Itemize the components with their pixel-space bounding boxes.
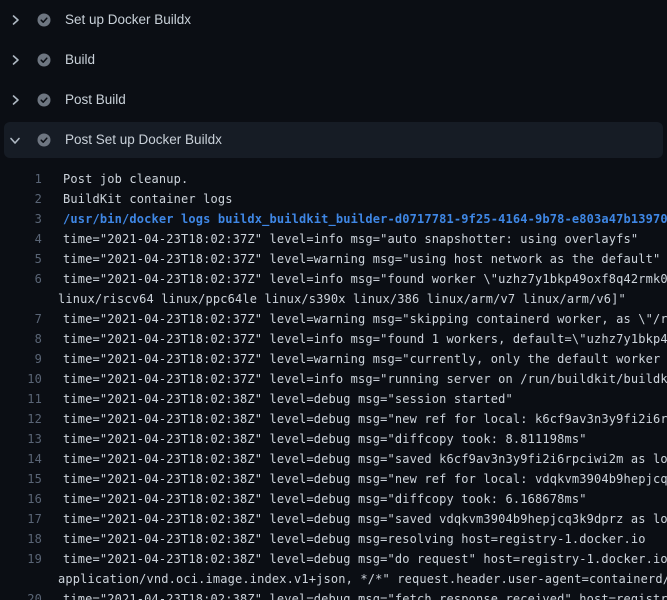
log-line: 4 time="2021-04-23T18:02:37Z" level=info… bbox=[0, 229, 667, 249]
step-row-set-up-docker-buildx[interactable]: Set up Docker Buildx bbox=[0, 0, 667, 40]
log-line: 18 time="2021-04-23T18:02:38Z" level=deb… bbox=[0, 529, 667, 549]
log-line-number[interactable]: 3 bbox=[0, 209, 42, 229]
step-label: Post Set up Docker Buildx bbox=[65, 133, 222, 147]
log-line-text: time="2021-04-23T18:02:38Z" level=debug … bbox=[63, 469, 667, 489]
log-line: 13 time="2021-04-23T18:02:38Z" level=deb… bbox=[0, 429, 667, 449]
log-viewer: 1 Post job cleanup. 2 ▼BuildKit containe… bbox=[0, 158, 667, 600]
check-circle-icon bbox=[37, 133, 51, 147]
log-line-number[interactable]: 17 bbox=[0, 509, 42, 529]
log-line-number bbox=[0, 569, 42, 589]
steps-list: Set up Docker Buildx Build Post Build Po… bbox=[0, 0, 667, 158]
log-line-number[interactable]: 20 bbox=[0, 589, 42, 600]
log-group-toggle[interactable]: ▼BuildKit container logs bbox=[63, 189, 233, 209]
log-line-number[interactable]: 10 bbox=[0, 369, 42, 389]
step-label: Set up Docker Buildx bbox=[65, 13, 191, 27]
log-line: 15 time="2021-04-23T18:02:38Z" level=deb… bbox=[0, 469, 667, 489]
log-line-text: time="2021-04-23T18:02:38Z" level=debug … bbox=[63, 429, 587, 449]
log-line-text: time="2021-04-23T18:02:38Z" level=debug … bbox=[63, 389, 513, 409]
log-line-number[interactable]: 9 bbox=[0, 349, 42, 369]
log-line: 12 time="2021-04-23T18:02:38Z" level=deb… bbox=[0, 409, 667, 429]
step-label: Build bbox=[65, 53, 95, 67]
log-line-number[interactable]: 2 bbox=[0, 189, 42, 209]
step-row-post-set-up-docker-buildx[interactable]: Post Set up Docker Buildx bbox=[4, 122, 663, 158]
log-line-text: time="2021-04-23T18:02:37Z" level=info m… bbox=[63, 229, 638, 249]
log-line-text: time="2021-04-23T18:02:38Z" level=debug … bbox=[63, 489, 587, 509]
log-line-text: time="2021-04-23T18:02:37Z" level=info m… bbox=[63, 329, 667, 349]
log-line: 17 time="2021-04-23T18:02:38Z" level=deb… bbox=[0, 509, 667, 529]
log-group-title: BuildKit container logs bbox=[63, 192, 233, 206]
log-line-text: linux/riscv64 linux/ppc64le linux/s390x … bbox=[58, 289, 626, 309]
log-line: 10 time="2021-04-23T18:02:37Z" level=inf… bbox=[0, 369, 667, 389]
log-line: 11 time="2021-04-23T18:02:38Z" level=deb… bbox=[0, 389, 667, 409]
log-line-text: Post job cleanup. bbox=[63, 169, 188, 189]
log-line: 14 time="2021-04-23T18:02:38Z" level=deb… bbox=[0, 449, 667, 469]
log-line: 20 time="2021-04-23T18:02:38Z" level=deb… bbox=[0, 589, 667, 600]
log-line-text: application/vnd.oci.image.index.v1+json,… bbox=[58, 569, 667, 589]
log-line: 7 time="2021-04-23T18:02:37Z" level=warn… bbox=[0, 309, 667, 329]
log-line-group[interactable]: 2 ▼BuildKit container logs bbox=[0, 189, 667, 209]
log-line: 3 /usr/bin/docker logs buildx_buildkit_b… bbox=[0, 209, 667, 229]
log-line: 6 time="2021-04-23T18:02:37Z" level=info… bbox=[0, 269, 667, 289]
log-line-number[interactable]: 18 bbox=[0, 529, 42, 549]
log-line: 9 time="2021-04-23T18:02:37Z" level=warn… bbox=[0, 349, 667, 369]
log-line-text: time="2021-04-23T18:02:38Z" level=debug … bbox=[63, 589, 667, 600]
check-circle-icon bbox=[37, 13, 51, 27]
check-circle-icon bbox=[37, 93, 51, 107]
chevron-right-icon bbox=[9, 94, 21, 106]
log-line-number[interactable]: 4 bbox=[0, 229, 42, 249]
chevron-right-icon bbox=[9, 54, 21, 66]
log-line-text: time="2021-04-23T18:02:37Z" level=warnin… bbox=[63, 249, 660, 269]
log-line-text: time="2021-04-23T18:02:38Z" level=debug … bbox=[63, 529, 646, 549]
log-line: 16 time="2021-04-23T18:02:38Z" level=deb… bbox=[0, 489, 667, 509]
log-line-number[interactable]: 11 bbox=[0, 389, 42, 409]
log-line-number[interactable]: 15 bbox=[0, 469, 42, 489]
log-line-text: time="2021-04-23T18:02:37Z" level=warnin… bbox=[63, 309, 667, 329]
log-line-text: time="2021-04-23T18:02:38Z" level=debug … bbox=[63, 549, 667, 569]
log-line-number[interactable]: 19 bbox=[0, 549, 42, 569]
log-line-number[interactable]: 14 bbox=[0, 449, 42, 469]
log-line-number[interactable]: 8 bbox=[0, 329, 42, 349]
log-line: 1 Post job cleanup. bbox=[0, 169, 667, 189]
log-line: 8 time="2021-04-23T18:02:37Z" level=info… bbox=[0, 329, 667, 349]
log-line-number[interactable]: 6 bbox=[0, 269, 42, 289]
log-line-number[interactable]: 12 bbox=[0, 409, 42, 429]
log-line: 19 time="2021-04-23T18:02:38Z" level=deb… bbox=[0, 549, 667, 569]
log-line-text: time="2021-04-23T18:02:37Z" level=info m… bbox=[63, 269, 667, 289]
step-label: Post Build bbox=[65, 93, 126, 107]
log-line-number[interactable]: 7 bbox=[0, 309, 42, 329]
log-line-number[interactable]: 16 bbox=[0, 489, 42, 509]
log-line: 5 time="2021-04-23T18:02:37Z" level=warn… bbox=[0, 249, 667, 269]
log-line-text: time="2021-04-23T18:02:38Z" level=debug … bbox=[63, 509, 667, 529]
check-circle-icon bbox=[37, 53, 51, 67]
log-line-wrap: linux/riscv64 linux/ppc64le linux/s390x … bbox=[0, 289, 667, 309]
log-line-text: time="2021-04-23T18:02:37Z" level=info m… bbox=[63, 369, 667, 389]
chevron-right-icon bbox=[9, 14, 21, 26]
log-line-text: time="2021-04-23T18:02:38Z" level=debug … bbox=[63, 449, 667, 469]
log-command-text: /usr/bin/docker logs buildx_buildkit_bui… bbox=[63, 209, 667, 229]
log-line-text: time="2021-04-23T18:02:38Z" level=debug … bbox=[63, 409, 667, 429]
log-line-number[interactable]: 5 bbox=[0, 249, 42, 269]
step-row-build[interactable]: Build bbox=[0, 40, 667, 80]
log-line-number[interactable]: 1 bbox=[0, 169, 42, 189]
chevron-down-icon bbox=[9, 134, 21, 146]
log-line-text: time="2021-04-23T18:02:37Z" level=warnin… bbox=[63, 349, 667, 369]
log-line-number bbox=[0, 289, 42, 309]
step-row-post-build[interactable]: Post Build bbox=[0, 80, 667, 120]
log-line-wrap: application/vnd.oci.image.index.v1+json,… bbox=[0, 569, 667, 589]
log-line-number[interactable]: 13 bbox=[0, 429, 42, 449]
